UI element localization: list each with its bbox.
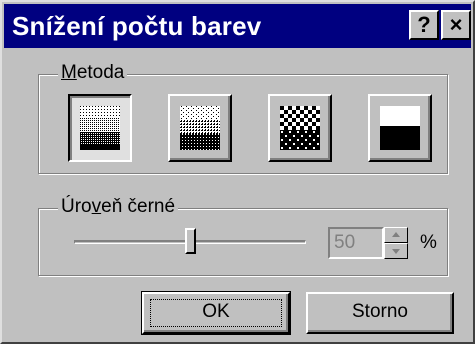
title-bar[interactable]: Snížení počtu barev ? × <box>4 4 471 48</box>
dialog-title: Snížení počtu barev <box>12 11 262 41</box>
black-level-slider-thumb[interactable] <box>185 228 196 254</box>
method-pattern-dither-button[interactable] <box>268 94 332 162</box>
black-level-unit: % <box>420 232 437 253</box>
pattern-dither-icon <box>280 106 320 150</box>
cancel-button-label: Storno <box>352 301 408 322</box>
method-label-accel: M <box>61 62 77 83</box>
close-button[interactable]: × <box>441 10 471 40</box>
black-level-label-post: eň černé <box>101 196 176 217</box>
ordered-dither-icon <box>80 106 120 150</box>
close-icon: × <box>449 12 463 37</box>
black-level-label-accel: v <box>91 196 102 217</box>
method-group-label: Metoda <box>58 62 128 84</box>
black-level-spinner <box>384 227 408 259</box>
black-level-group-label: Úroveň černé <box>58 196 179 218</box>
error-diffusion-icon <box>180 106 220 150</box>
ok-button-label: OK <box>202 301 230 322</box>
method-threshold-button[interactable] <box>368 94 432 162</box>
ok-button[interactable]: OK <box>141 291 291 335</box>
spin-up-button[interactable] <box>384 227 408 243</box>
method-ordered-dither-button[interactable] <box>68 94 132 162</box>
method-label-rest: etoda <box>76 62 125 83</box>
threshold-icon <box>380 106 420 150</box>
arrow-up-icon <box>392 232 400 237</box>
arrow-down-icon <box>392 249 400 254</box>
method-error-diffusion-button[interactable] <box>168 94 232 162</box>
black-level-label-pre: Úro <box>61 196 92 217</box>
spin-down-button[interactable] <box>384 243 408 259</box>
cancel-button[interactable]: Storno <box>306 292 454 334</box>
help-button[interactable]: ? <box>409 10 439 40</box>
black-level-value-input[interactable]: 50 <box>328 227 384 259</box>
reduce-colors-dialog: Snížení počtu barev ? × Metoda Úroveň če… <box>0 0 475 344</box>
